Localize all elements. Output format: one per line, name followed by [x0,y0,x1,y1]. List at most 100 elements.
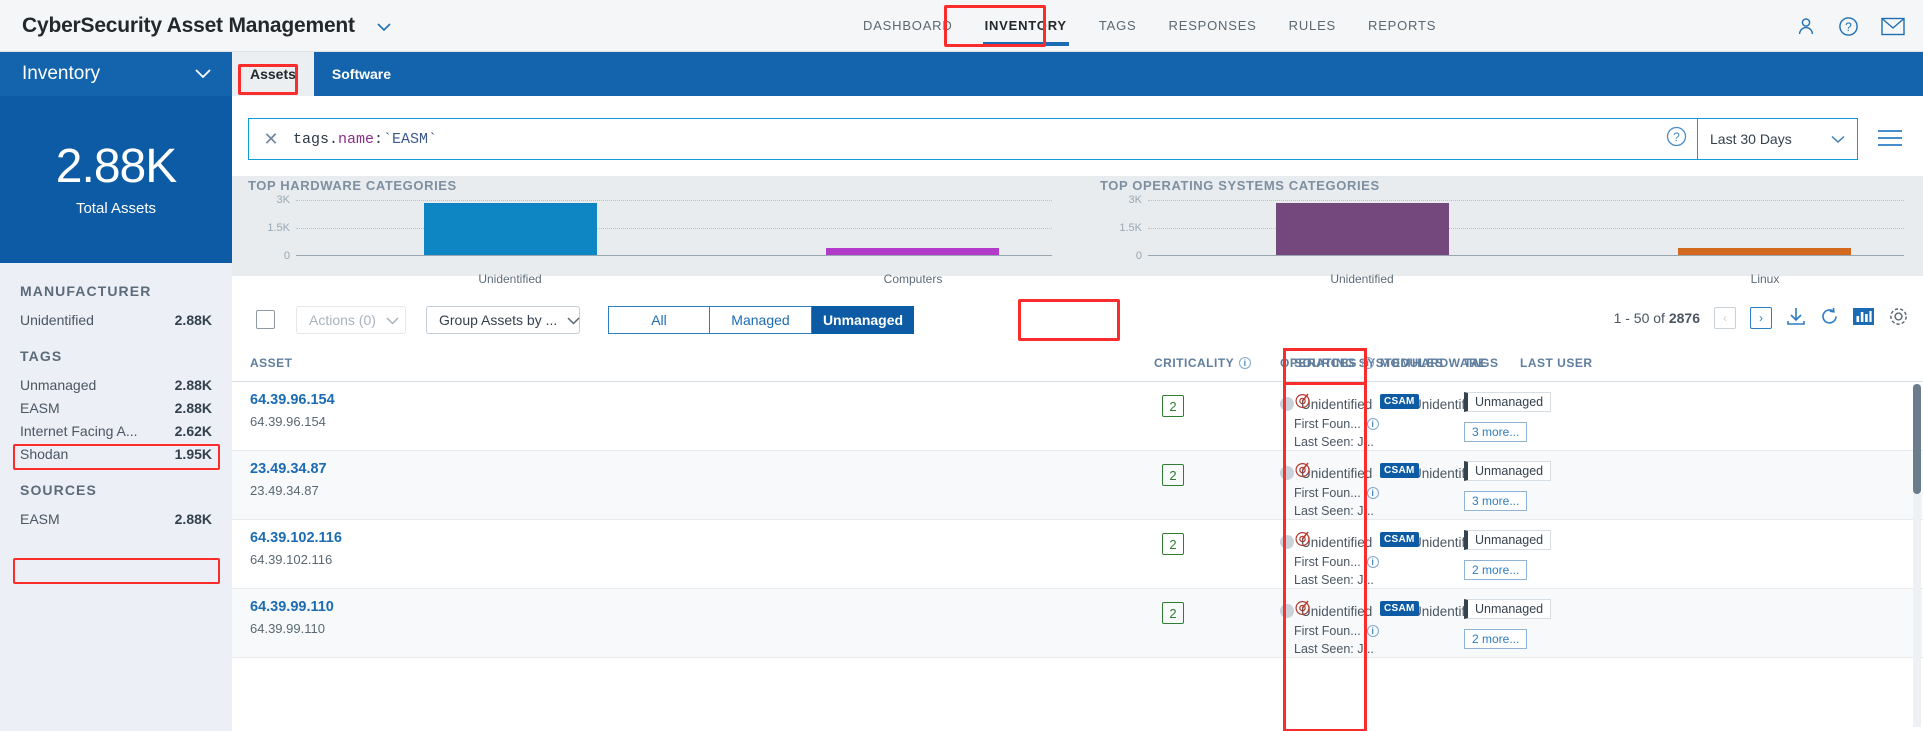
xtick-label: Linux [1750,272,1780,286]
asset-link[interactable]: 64.39.96.154 [250,392,335,408]
facet-tag-unmanaged[interactable]: Unmanaged 2.88K [20,373,212,396]
facet-source-easm[interactable]: EASM 2.88K [20,507,212,530]
date-range-chevron-down-icon[interactable] [1831,131,1845,147]
table-scrollbar-thumb[interactable] [1913,384,1921,494]
refresh-icon[interactable] [1820,307,1839,329]
xtick-label: Computers [883,272,943,286]
tag-more-link[interactable]: 3 more... [1464,491,1528,511]
bar-computers[interactable] [826,248,999,255]
chart-top-hardware-categories: TOP HARDWARE CATEGORIES 3K 1.5K 0 Uniden… [248,176,1068,286]
column-header-sources[interactable]: SOURCES i [1294,356,1374,370]
asset-link[interactable]: 64.39.102.116 [250,530,342,546]
ytick-label: 1.5K [267,222,290,234]
facet-value: 1.95K [174,445,212,462]
modules-cell: CSAM [1380,530,1419,547]
info-icon[interactable]: i [1361,357,1374,369]
sources-first-found-label: First Foun... [1294,624,1361,638]
tag-more-link[interactable]: 2 more... [1464,629,1528,649]
chevron-down-icon[interactable] [376,14,392,38]
info-icon[interactable]: i [1366,625,1379,637]
help-icon[interactable]: ? [1838,16,1859,37]
date-range-label: Last 30 Days [1710,131,1792,147]
gridline-1_5k [1148,228,1904,229]
bar-unidentified[interactable] [1276,203,1449,255]
table-header-row: ASSET CRITICALITY i OPERATING SYSTEM HAR… [232,348,1923,382]
select-all-checkbox[interactable] [256,310,275,329]
filter-managed-button[interactable]: Managed [710,306,812,334]
module-title[interactable]: Inventory [0,52,232,96]
column-header-tags[interactable]: TAGS [1464,356,1498,370]
asset-subtext: 64.39.96.154 [250,414,326,429]
os-icon [1280,466,1294,480]
download-icon[interactable] [1786,307,1806,329]
facet-tag-shodan[interactable]: Shodan 1.95K [20,442,212,465]
tag-more-link[interactable]: 2 more... [1464,560,1528,580]
nav-rules[interactable]: RULES [1273,0,1352,52]
nav-dashboard[interactable]: DASHBOARD [847,0,969,52]
kpi-value: 2.88K [55,139,177,193]
filter-unmanaged-button[interactable]: Unmanaged [812,306,914,334]
tag-more-link[interactable]: 3 more... [1464,422,1528,442]
user-icon[interactable] [1796,16,1816,36]
search-query-sep: : [374,130,384,148]
os-icon [1280,604,1294,618]
gear-icon[interactable] [1888,306,1909,330]
tag-chip[interactable]: Unmanaged [1464,599,1552,619]
list-options-hamburger-icon[interactable] [1877,128,1903,153]
clear-search-icon[interactable]: ✕ [249,129,293,150]
module-chevron-down-icon[interactable] [194,63,212,85]
criticality-badge: 2 [1162,395,1184,417]
facet-label: EASM [20,510,60,527]
mail-icon[interactable] [1881,17,1905,36]
table-row[interactable]: 64.39.96.154 64.39.96.154 2 Unidentified… [232,382,1923,451]
facet-tag-internet-facing[interactable]: Internet Facing A... 2.62K [20,419,212,442]
next-page-button[interactable]: › [1750,307,1772,329]
column-header-criticality[interactable]: CRITICALITY i [1154,356,1252,370]
facet-spacer-1 [20,331,212,348]
column-header-last-user[interactable]: LAST USER [1520,356,1593,370]
tag-chip[interactable]: Unmanaged [1464,461,1552,481]
svg-text:?: ? [1673,130,1680,144]
actions-button[interactable]: Actions (0) [296,306,406,334]
table-row[interactable]: 23.49.34.87 23.49.34.87 2 Unidentified U… [232,451,1923,520]
nav-reports[interactable]: REPORTS [1352,0,1452,52]
asset-link[interactable]: 23.49.34.87 [250,461,327,477]
info-icon[interactable]: i [1366,418,1379,430]
assets-table-body: 64.39.96.154 64.39.96.154 2 Unidentified… [232,382,1923,731]
criticality-badge: 2 [1162,602,1184,624]
nav-responses[interactable]: RESPONSES [1153,0,1273,52]
facet-manufacturer-unidentified[interactable]: Unidentified 2.88K [20,308,212,331]
bar-linux[interactable] [1678,248,1851,255]
pagination-range: 1 - 50 of 2876 [1614,310,1700,326]
tag-chip[interactable]: Unmanaged [1464,392,1552,412]
info-icon[interactable]: i [1366,487,1379,499]
search-help-icon[interactable]: ? [1666,126,1687,152]
search-bar[interactable]: ✕ tags.name:`EASM` ? [248,118,1698,160]
pagination-controls: 1 - 50 of 2876 ‹ › [1614,306,1909,330]
info-icon[interactable]: i [1366,556,1379,568]
chart-title: TOP OPERATING SYSTEMS CATEGORIES [1100,178,1380,193]
chart-icon[interactable] [1853,307,1874,329]
tag-chip[interactable]: Unmanaged [1464,530,1552,550]
charts-band: TOP HARDWARE CATEGORIES 3K 1.5K 0 Uniden… [232,176,1923,286]
column-header-asset[interactable]: ASSET [250,356,293,370]
tab-assets[interactable]: Assets [232,52,314,96]
info-icon[interactable]: i [1239,357,1252,369]
nav-inventory[interactable]: INVENTORY [969,0,1083,52]
column-header-modules[interactable]: MODULES [1380,356,1444,370]
asset-link[interactable]: 64.39.99.110 [250,599,334,615]
previous-page-button[interactable]: ‹ [1714,307,1736,329]
nav-tags[interactable]: TAGS [1083,0,1153,52]
tab-software[interactable]: Software [314,52,409,96]
search-input[interactable]: tags.name:`EASM` [293,131,437,148]
facet-label: Shodan [20,445,69,462]
table-row[interactable]: 64.39.102.116 64.39.102.116 2 Unidentifi… [232,520,1923,589]
facet-value: 2.88K [174,311,212,328]
filter-all-button[interactable]: All [608,306,710,334]
bar-unidentified[interactable] [424,203,597,255]
column-header-criticality-label: CRITICALITY [1154,356,1235,370]
date-range-selector[interactable]: Last 30 Days [1698,118,1858,160]
facet-tag-easm[interactable]: EASM 2.88K [20,396,212,419]
table-row[interactable]: 64.39.99.110 64.39.99.110 2 Unidentified… [232,589,1923,658]
group-assets-by-button[interactable]: Group Assets by ... [426,306,580,334]
